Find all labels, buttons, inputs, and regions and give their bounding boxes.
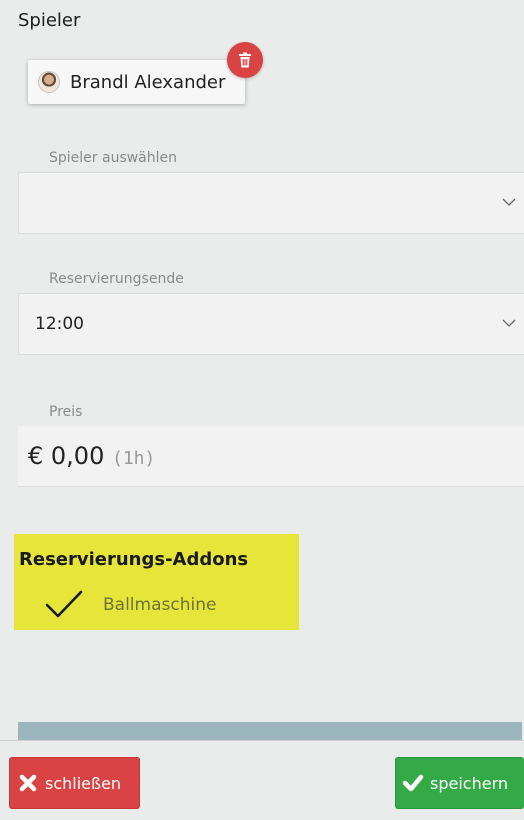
end-time-value: 12:00: [35, 314, 84, 334]
close-button[interactable]: schließen: [9, 757, 140, 809]
addons-title: Reservierungs-Addons: [19, 549, 249, 570]
chevron-down-icon: [502, 198, 516, 206]
price-amount: € 0,00: [28, 442, 105, 470]
checkmark-icon[interactable]: [45, 590, 83, 620]
save-button[interactable]: speichern: [395, 757, 524, 809]
check-icon: [402, 774, 424, 792]
selected-player-name: Brandl Alexander: [70, 71, 226, 93]
selected-player-chip: Brandl Alexander: [28, 60, 245, 104]
price-label: Preis: [49, 404, 83, 420]
player-select[interactable]: [18, 172, 524, 234]
close-icon: [19, 774, 37, 792]
price-field: € 0,00 (1h): [18, 426, 524, 487]
addons-panel: Reservierungs-Addons Ballmaschine: [14, 534, 299, 630]
end-time-label: Reservierungsende: [49, 271, 184, 287]
close-button-label: schließen: [45, 773, 122, 793]
end-time-select[interactable]: 12:00: [18, 293, 524, 355]
price-duration: (1h): [111, 448, 156, 469]
save-button-label: speichern: [430, 773, 508, 793]
avatar: [38, 71, 60, 93]
chevron-down-icon: [502, 319, 516, 327]
trash-icon: [239, 52, 251, 68]
addon-item-ballmaschine[interactable]: Ballmaschine: [103, 595, 216, 615]
section-title-players: Spieler: [18, 10, 81, 31]
player-select-label: Spieler auswählen: [49, 150, 178, 166]
footer-bar: schließen speichern: [0, 740, 524, 820]
remove-player-button[interactable]: [227, 42, 263, 78]
